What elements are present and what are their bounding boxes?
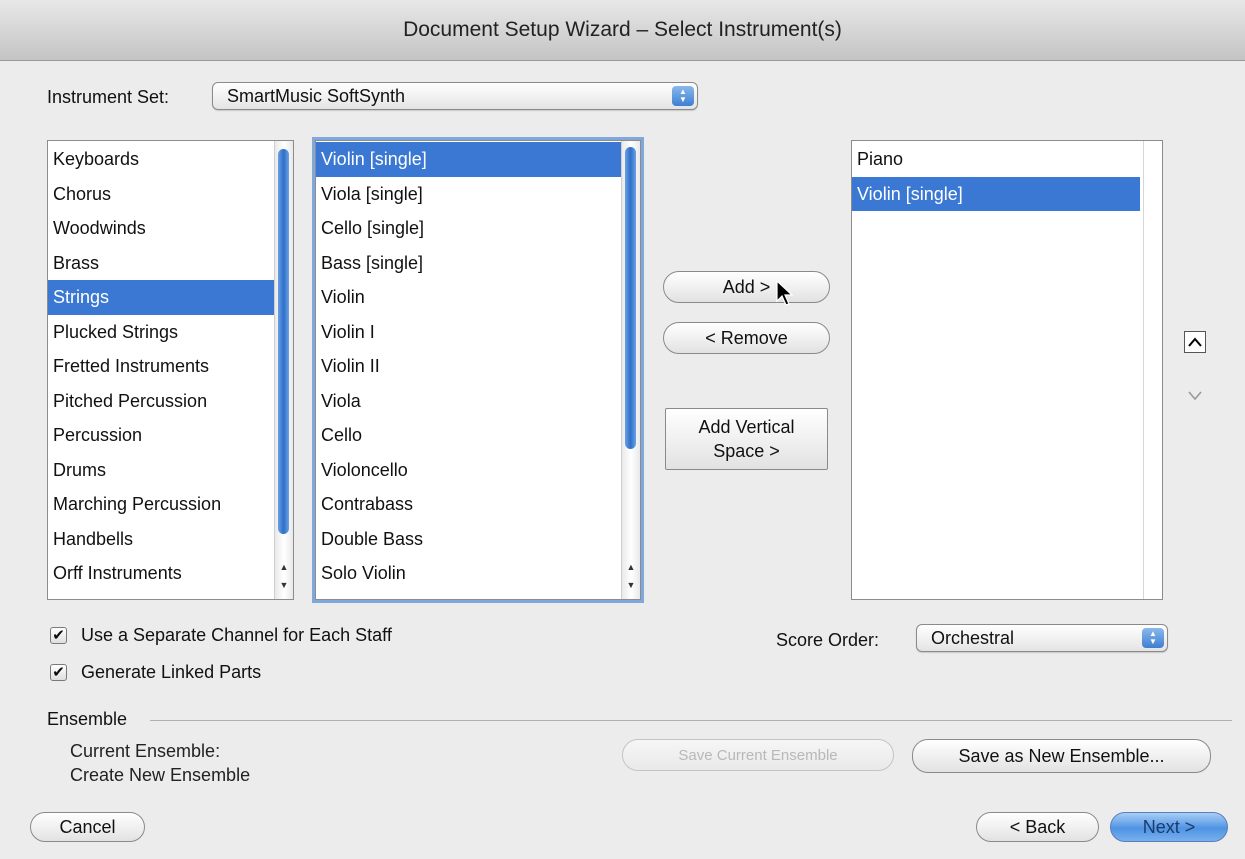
score-items: Piano Violin [single] [852,141,1140,211]
instrument-set-value: SmartMusic SoftSynth [227,85,406,106]
instrument-items: Violin [single] Viola [single] Cello [sing… [316,141,640,600]
category-list-item[interactable]: Percussion [48,418,293,453]
move-down-button[interactable] [1184,385,1206,407]
category-list-item[interactable]: Fretted Instruments [48,349,293,384]
add-button-label: Add > [722,276,771,297]
category-list-item[interactable]: Keyboards [48,142,293,177]
score-instrument-list[interactable]: Piano Violin [single] [851,140,1163,600]
chevron-up-icon [1188,337,1202,347]
instrument-list-item[interactable]: Violoncello [316,453,640,488]
instrument-list-item[interactable]: Solo Violin [316,556,640,591]
category-list-item[interactable]: Orff Instruments [48,556,293,591]
window-title-bar: Document Setup Wizard – Select Instrumen… [0,0,1245,61]
back-button-label: < Back [1009,816,1066,837]
instrument-list-item[interactable]: Viola [316,384,640,419]
separate-channel-checkbox[interactable]: ✔ [50,627,67,644]
remove-button[interactable]: < Remove [663,322,830,354]
scroll-down-arrow-icon[interactable]: ▼ [622,577,640,593]
save-current-ensemble-button[interactable]: Save Current Ensemble [622,739,894,771]
window-title: Document Setup Wizard – Select Instrumen… [403,18,842,41]
category-scroll-thumb[interactable] [278,149,289,534]
category-list[interactable]: Keyboards Chorus Woodwinds Brass Strings Pluc… [47,140,294,600]
save-new-ensemble-label: Save as New Ensemble... [958,745,1165,766]
arrow-cursor-icon [776,280,794,306]
save-current-ensemble-label: Save Current Ensemble [678,746,838,764]
instrument-list-item[interactable]: Violin I [316,315,640,350]
score-order-label: Score Order: [776,630,880,650]
instrument-list[interactable]: Violin [single] Viola [single] Cello [sing… [315,140,641,600]
popup-arrows-icon: ▲ ▼ [1142,628,1164,648]
linked-parts-label: Generate Linked Parts [81,662,262,682]
ensemble-heading: Ensemble [47,709,128,729]
current-ensemble-label: Current Ensemble: [70,741,221,761]
cancel-button[interactable]: Cancel [30,812,145,842]
scroll-down-arrow-icon[interactable]: ▼ [275,577,293,593]
category-list-item[interactable]: Handbells [48,522,293,557]
category-scrollbar[interactable]: ▲ ▼ [274,141,293,599]
instrument-list-item[interactable]: Viola [single] [316,177,640,212]
add-vertical-space-label: Add Vertical Space > [698,417,795,461]
instrument-list-item[interactable]: Cello [single] [316,211,640,246]
score-list-item[interactable]: Violin [single] [852,176,1140,211]
scroll-up-arrow-icon[interactable]: ▲ [622,559,640,575]
popup-arrows-icon: ▲ ▼ [672,86,694,106]
instrument-list-item[interactable]: Bass [single] [316,246,640,281]
chevron-down-icon [1188,391,1202,401]
scroll-up-arrow-icon[interactable]: ▲ [275,559,293,575]
instrument-list-item[interactable]: Violin [316,280,640,315]
remove-button-label: < Remove [705,327,788,348]
back-button[interactable]: < Back [976,812,1099,842]
instrument-list-item[interactable]: Violin [single] [316,142,640,177]
instrument-set-label: Instrument Set: [47,87,170,107]
category-list-item[interactable]: Plucked Strings [48,315,293,350]
separate-channel-label: Use a Separate Channel for Each Staff [81,625,392,645]
instrument-list-item[interactable]: Contrabass [316,487,640,522]
save-new-ensemble-button[interactable]: Save as New Ensemble... [912,739,1211,773]
category-list-item[interactable]: Favorites [48,591,293,600]
score-scrollbar[interactable] [1143,141,1162,599]
category-list-item[interactable]: Strings [48,280,293,315]
move-up-button[interactable] [1184,331,1206,353]
add-vertical-space-button[interactable]: Add Vertical Space > [665,408,828,470]
instrument-list-item[interactable]: Cello [316,418,640,453]
linked-parts-checkbox[interactable]: ✔ [50,664,67,681]
category-list-item[interactable]: Drums [48,453,293,488]
score-order-popup[interactable]: Orchestral ▲ ▼ [916,624,1168,652]
ensemble-separator [150,720,1232,721]
instrument-scroll-thumb[interactable] [625,147,636,449]
category-list-item[interactable]: Brass [48,246,293,281]
next-button[interactable]: Next > [1110,812,1228,842]
category-items: Keyboards Chorus Woodwinds Brass Strings Pluc… [48,141,293,600]
add-button[interactable]: Add > [663,271,830,303]
category-list-item[interactable]: Marching Percussion [48,487,293,522]
instrument-list-item[interactable]: Double Bass [316,522,640,557]
score-order-value: Orchestral [931,627,1015,648]
category-list-item[interactable]: Woodwinds [48,211,293,246]
category-list-item[interactable]: Pitched Percussion [48,384,293,419]
category-list-item[interactable]: Chorus [48,177,293,212]
instrument-scrollbar[interactable]: ▲ ▼ [621,141,640,599]
score-list-item[interactable]: Piano [852,142,1140,177]
next-button-label: Next > [1142,816,1196,837]
instrument-set-popup[interactable]: SmartMusic SoftSynth ▲ ▼ [212,82,698,110]
instrument-list-item[interactable]: Violin II [316,349,640,384]
current-ensemble-value: Create New Ensemble [70,765,251,785]
cancel-button-label: Cancel [59,816,116,837]
instrument-list-item[interactable]: Solo Viola [316,591,640,600]
